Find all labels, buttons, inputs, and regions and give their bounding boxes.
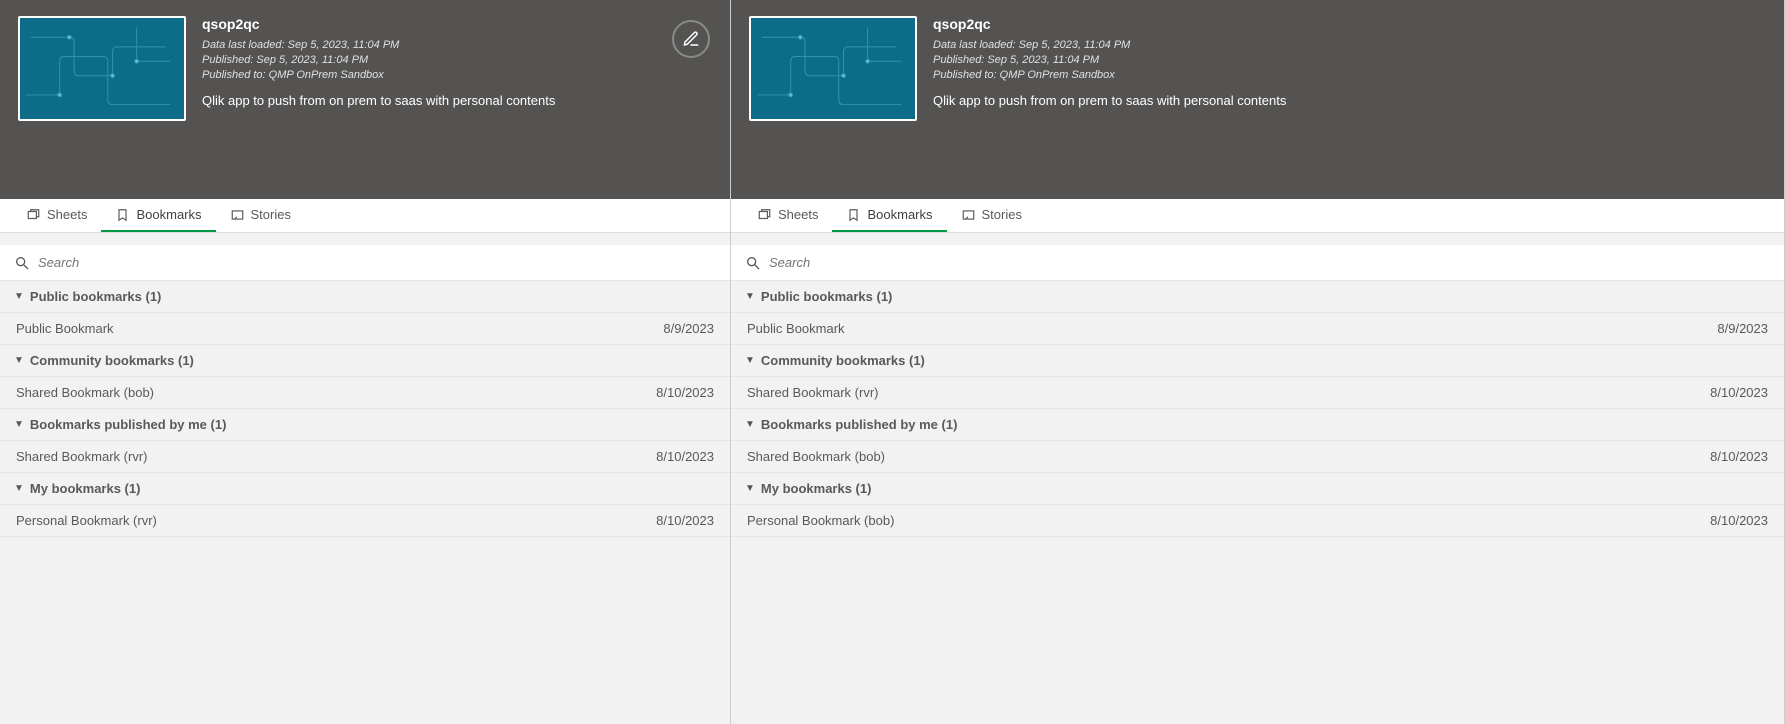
disclosure-triangle-icon: ▼	[745, 355, 755, 366]
disclosure-triangle-icon: ▼	[14, 355, 24, 366]
disclosure-triangle-icon: ▼	[14, 291, 24, 302]
bookmark-date: 8/10/2023	[656, 513, 714, 528]
bookmark-row[interactable]: Shared Bookmark (rvr) 8/10/2023	[731, 377, 1784, 409]
bookmark-row[interactable]: Public Bookmark 8/9/2023	[731, 313, 1784, 345]
group-header-public[interactable]: ▼ Public bookmarks (1)	[0, 281, 730, 313]
tabs: Sheets Bookmarks Stories	[0, 199, 730, 233]
app-meta-loaded: Data last loaded: Sep 5, 2023, 11:04 PM	[202, 38, 712, 53]
tabs: Sheets Bookmarks Stories	[731, 199, 1784, 233]
bookmark-row[interactable]: Public Bookmark 8/9/2023	[0, 313, 730, 345]
sheets-icon	[757, 208, 772, 222]
app-info: qsop2qc Data last loaded: Sep 5, 2023, 1…	[933, 16, 1766, 199]
tab-label: Bookmarks	[136, 207, 201, 222]
bookmark-icon	[846, 208, 861, 222]
group-label: My bookmarks (1)	[30, 481, 141, 496]
bookmark-name: Shared Bookmark (rvr)	[747, 385, 878, 400]
app-meta-published: Published: Sep 5, 2023, 11:04 PM	[933, 53, 1766, 68]
tab-bookmarks[interactable]: Bookmarks	[832, 199, 946, 232]
app-description: Qlik app to push from on prem to saas wi…	[933, 93, 1766, 108]
pencil-icon	[682, 30, 700, 48]
bookmark-list: ▼ Public bookmarks (1) Public Bookmark 8/9…	[731, 281, 1784, 724]
bookmark-date: 8/10/2023	[656, 449, 714, 464]
search-icon	[745, 255, 761, 271]
bookmark-date: 8/10/2023	[1710, 513, 1768, 528]
app-description: Qlik app to push from on prem to saas wi…	[202, 93, 712, 108]
group-header-community[interactable]: ▼ Community bookmarks (1)	[731, 345, 1784, 377]
tab-stories[interactable]: Stories	[216, 199, 305, 232]
app-meta-publishedto: Published to: QMP OnPrem Sandbox	[202, 68, 712, 83]
search-icon	[14, 255, 30, 271]
bookmark-name: Personal Bookmark (rvr)	[16, 513, 157, 528]
bookmark-date: 8/10/2023	[1710, 449, 1768, 464]
bookmark-name: Public Bookmark	[16, 321, 114, 336]
search-bar[interactable]	[731, 245, 1784, 281]
tab-sheets[interactable]: Sheets	[743, 199, 832, 232]
app-title: qsop2qc	[202, 16, 712, 32]
sheets-icon	[26, 208, 41, 222]
bookmark-date: 8/9/2023	[1717, 321, 1768, 336]
search-input[interactable]	[761, 255, 1770, 270]
tab-label: Sheets	[778, 207, 818, 222]
group-label: Public bookmarks (1)	[761, 289, 892, 304]
group-label: Public bookmarks (1)	[30, 289, 161, 304]
search-bar[interactable]	[0, 245, 730, 281]
bookmark-name: Shared Bookmark (bob)	[16, 385, 154, 400]
search-input[interactable]	[30, 255, 716, 270]
bookmark-date: 8/10/2023	[1710, 385, 1768, 400]
bookmark-name: Public Bookmark	[747, 321, 845, 336]
disclosure-triangle-icon: ▼	[745, 419, 755, 430]
tab-sheets[interactable]: Sheets	[12, 199, 101, 232]
bookmark-row[interactable]: Shared Bookmark (rvr) 8/10/2023	[0, 441, 730, 473]
disclosure-triangle-icon: ▼	[14, 419, 24, 430]
tab-bookmarks[interactable]: Bookmarks	[101, 199, 215, 232]
group-label: Community bookmarks (1)	[761, 353, 925, 368]
app-meta-publishedto: Published to: QMP OnPrem Sandbox	[933, 68, 1766, 83]
tab-label: Sheets	[47, 207, 87, 222]
group-header-public[interactable]: ▼ Public bookmarks (1)	[731, 281, 1784, 313]
app-header: qsop2qc Data last loaded: Sep 5, 2023, 1…	[0, 0, 730, 199]
panel-left: qsop2qc Data last loaded: Sep 5, 2023, 1…	[0, 0, 731, 724]
app-info: qsop2qc Data last loaded: Sep 5, 2023, 1…	[202, 16, 712, 199]
panel-right: qsop2qc Data last loaded: Sep 5, 2023, 1…	[731, 0, 1785, 724]
bookmark-row[interactable]: Shared Bookmark (bob) 8/10/2023	[0, 377, 730, 409]
app-thumbnail	[749, 16, 917, 121]
group-label: Bookmarks published by me (1)	[30, 417, 227, 432]
bookmark-row[interactable]: Shared Bookmark (bob) 8/10/2023	[731, 441, 1784, 473]
disclosure-triangle-icon: ▼	[14, 483, 24, 494]
app-meta-published: Published: Sep 5, 2023, 11:04 PM	[202, 53, 712, 68]
app-meta-loaded: Data last loaded: Sep 5, 2023, 11:04 PM	[933, 38, 1766, 53]
bookmark-date: 8/9/2023	[663, 321, 714, 336]
app-header: qsop2qc Data last loaded: Sep 5, 2023, 1…	[731, 0, 1784, 199]
tab-label: Stories	[982, 207, 1022, 222]
bookmark-icon	[115, 208, 130, 222]
bookmark-row[interactable]: Personal Bookmark (rvr) 8/10/2023	[0, 505, 730, 537]
group-label: My bookmarks (1)	[761, 481, 872, 496]
disclosure-triangle-icon: ▼	[745, 291, 755, 302]
group-header-published-by-me[interactable]: ▼ Bookmarks published by me (1)	[731, 409, 1784, 441]
stories-icon	[961, 208, 976, 222]
stories-icon	[230, 208, 245, 222]
group-label: Bookmarks published by me (1)	[761, 417, 958, 432]
bookmark-list: ▼ Public bookmarks (1) Public Bookmark 8/9…	[0, 281, 730, 724]
bookmark-date: 8/10/2023	[656, 385, 714, 400]
group-label: Community bookmarks (1)	[30, 353, 194, 368]
tab-stories[interactable]: Stories	[947, 199, 1036, 232]
bookmark-name: Personal Bookmark (bob)	[747, 513, 894, 528]
tab-label: Bookmarks	[867, 207, 932, 222]
group-header-my-bookmarks[interactable]: ▼ My bookmarks (1)	[0, 473, 730, 505]
bookmark-name: Shared Bookmark (bob)	[747, 449, 885, 464]
group-header-published-by-me[interactable]: ▼ Bookmarks published by me (1)	[0, 409, 730, 441]
tab-label: Stories	[251, 207, 291, 222]
bookmark-name: Shared Bookmark (rvr)	[16, 449, 147, 464]
group-header-my-bookmarks[interactable]: ▼ My bookmarks (1)	[731, 473, 1784, 505]
group-header-community[interactable]: ▼ Community bookmarks (1)	[0, 345, 730, 377]
bookmark-row[interactable]: Personal Bookmark (bob) 8/10/2023	[731, 505, 1784, 537]
app-thumbnail	[18, 16, 186, 121]
app-title: qsop2qc	[933, 16, 1766, 32]
disclosure-triangle-icon: ▼	[745, 483, 755, 494]
edit-button[interactable]	[672, 20, 710, 58]
